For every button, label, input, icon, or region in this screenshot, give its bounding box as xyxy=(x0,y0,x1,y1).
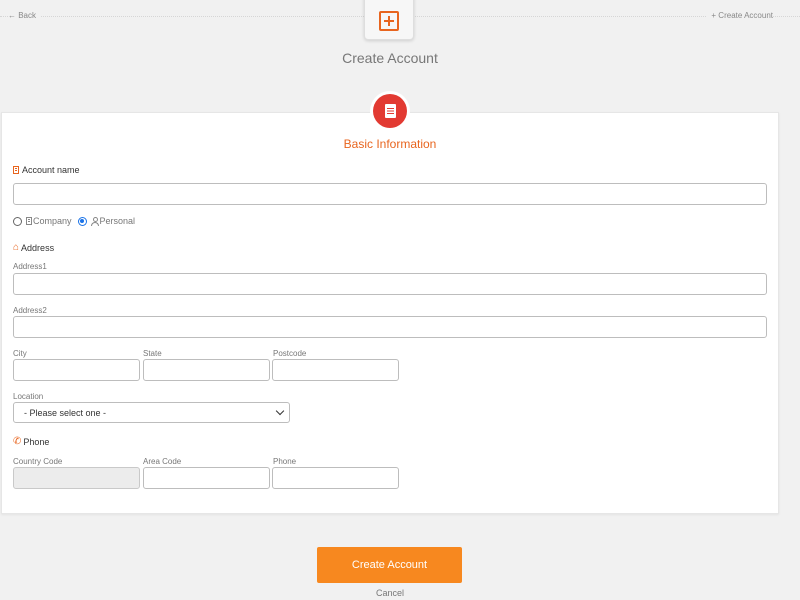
address2-label: Address2 xyxy=(13,306,47,315)
company-radio-label: Company xyxy=(33,216,72,226)
chevron-down-icon xyxy=(275,406,285,416)
plus-square-icon xyxy=(379,11,399,31)
building-icon xyxy=(13,166,19,174)
account-name-label: Account name xyxy=(13,165,80,175)
create-account-button[interactable]: Create Account xyxy=(317,547,462,583)
state-label: State xyxy=(143,349,162,358)
city-input[interactable] xyxy=(13,359,140,381)
city-label: City xyxy=(13,349,27,358)
create-account-icon-tile xyxy=(364,0,414,40)
address2-input[interactable] xyxy=(13,316,767,338)
cancel-link[interactable]: Cancel xyxy=(0,588,780,598)
location-select[interactable]: - Please select one - xyxy=(13,402,290,423)
back-link[interactable]: ← Back xyxy=(8,11,41,20)
account-name-input[interactable] xyxy=(13,183,767,205)
phone-input[interactable] xyxy=(272,467,399,489)
phone-heading: ✆ Phone xyxy=(13,436,50,448)
document-icon xyxy=(373,94,407,128)
address1-input[interactable] xyxy=(13,273,767,295)
state-input[interactable] xyxy=(143,359,270,381)
address1-label: Address1 xyxy=(13,262,47,271)
personal-radio[interactable] xyxy=(77,216,87,226)
address-heading-text: Address xyxy=(21,243,55,253)
page-title: Create Account xyxy=(342,50,438,66)
personal-radio-label: Personal xyxy=(99,216,136,226)
postcode-input[interactable] xyxy=(272,359,399,381)
building-icon xyxy=(26,217,32,225)
user-icon xyxy=(90,216,99,226)
section-title: Basic Information xyxy=(343,137,437,151)
phone-icon: ✆ xyxy=(13,436,22,447)
country-code-input xyxy=(13,467,140,489)
phone-heading-text: Phone xyxy=(23,437,50,447)
form-card xyxy=(1,112,779,514)
phone-label: Phone xyxy=(273,457,297,466)
location-label: Location xyxy=(13,392,44,401)
home-icon: ⌂ xyxy=(13,242,20,253)
area-code-input[interactable] xyxy=(143,467,270,489)
account-name-label-text: Account name xyxy=(22,165,80,175)
area-code-label: Area Code xyxy=(143,457,182,466)
postcode-label: Postcode xyxy=(273,349,307,358)
company-radio[interactable] xyxy=(13,216,22,226)
country-code-label: Country Code xyxy=(13,457,63,466)
address-heading: ⌂ Address xyxy=(13,242,55,254)
account-type-group: Company Personal xyxy=(13,216,135,226)
create-account-link[interactable]: + Create Account xyxy=(707,11,773,20)
location-selected-value: - Please select one - xyxy=(24,407,107,418)
